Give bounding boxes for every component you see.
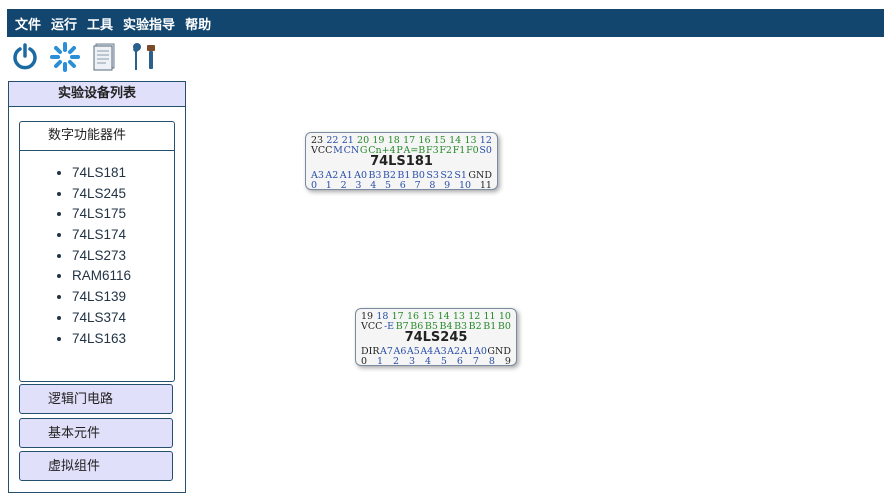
pin-number: 8 bbox=[429, 180, 436, 191]
group-virtual-components[interactable]: 虚拟组件 bbox=[19, 451, 173, 481]
pin-number: 9 bbox=[444, 180, 451, 191]
pin-number: 7 bbox=[414, 180, 421, 191]
menu-help[interactable]: 帮助 bbox=[185, 14, 211, 33]
pin-number: 6 bbox=[399, 180, 406, 191]
pin-number: 5 bbox=[440, 356, 447, 367]
spinner-icon[interactable] bbox=[50, 42, 80, 72]
chip-74ls181[interactable]: 23 22 21 20 19 18 17 16 15 14 13 12 VCC … bbox=[305, 132, 498, 191]
pin-number: 5 bbox=[384, 180, 392, 191]
group-header-digital-devices[interactable]: 数字功能器件 bbox=[20, 122, 174, 151]
chip-name: 74LS181 bbox=[370, 154, 433, 169]
group-logic-gates[interactable]: 逻辑门电路 bbox=[19, 384, 173, 414]
tools-icon[interactable] bbox=[130, 42, 160, 72]
pin-number: 2 bbox=[340, 180, 347, 191]
list-item-74ls181[interactable]: 74LS181 bbox=[72, 163, 174, 184]
list-item-74ls374[interactable]: 74LS374 bbox=[72, 308, 174, 329]
device-list: 74LS181 74LS245 74LS175 74LS174 74LS273 … bbox=[20, 163, 174, 349]
pin-number: 7 bbox=[472, 356, 479, 367]
menu-run[interactable]: 运行 bbox=[51, 14, 77, 33]
pin-number: 10 bbox=[458, 180, 472, 191]
group-basic-components[interactable]: 基本元件 bbox=[19, 418, 173, 448]
document-icon[interactable] bbox=[90, 42, 120, 72]
pin-number: 9 bbox=[504, 356, 511, 367]
equipment-list-panel: 实验设备列表 数字功能器件 74LS181 74LS245 74LS175 74… bbox=[8, 81, 186, 493]
pin-numbers-bottom: 0 1 2 3 4 5 6 7 8 9 10 11 bbox=[306, 181, 497, 191]
toolbar bbox=[10, 41, 160, 73]
pin-number: 1 bbox=[376, 356, 384, 367]
pin-number: 4 bbox=[424, 356, 431, 367]
pin-numbers-bottom: 0 1 2 3 4 5 6 7 8 9 bbox=[356, 357, 516, 367]
chip-74ls245[interactable]: 19 18 17 16 15 14 13 12 11 10 VCC -E B7 … bbox=[355, 308, 517, 367]
pin-number: 3 bbox=[355, 180, 362, 191]
chip-name: 74LS245 bbox=[404, 330, 468, 345]
pin-number: 1 bbox=[325, 180, 332, 191]
list-item-ram6116[interactable]: RAM6116 bbox=[72, 266, 174, 287]
menu-bar: 文件 运行 工具 实验指导 帮助 bbox=[7, 9, 884, 37]
list-item-74ls175[interactable]: 74LS175 bbox=[72, 204, 174, 225]
pin-number: 8 bbox=[488, 356, 495, 367]
pin-number: 0 bbox=[311, 180, 318, 191]
pin-number: 11 bbox=[479, 180, 492, 191]
list-item-74ls163[interactable]: 74LS163 bbox=[72, 329, 174, 350]
menu-tools[interactable]: 工具 bbox=[87, 14, 113, 33]
pin-number: 3 bbox=[408, 356, 415, 367]
list-item-74ls245[interactable]: 74LS245 bbox=[72, 184, 174, 205]
list-item-74ls139[interactable]: 74LS139 bbox=[72, 287, 174, 308]
pin-number: 2 bbox=[392, 356, 400, 367]
pin-number: 6 bbox=[456, 356, 463, 367]
list-item-74ls273[interactable]: 74LS273 bbox=[72, 246, 174, 267]
panel-title: 实验设备列表 bbox=[9, 82, 185, 107]
group-digital-devices: 数字功能器件 74LS181 74LS245 74LS175 74LS174 7… bbox=[19, 121, 175, 382]
pin-number: 0 bbox=[361, 356, 368, 367]
list-item-74ls174[interactable]: 74LS174 bbox=[72, 225, 174, 246]
power-icon[interactable] bbox=[10, 42, 40, 72]
menu-file[interactable]: 文件 bbox=[15, 14, 41, 33]
menu-experiment-guide[interactable]: 实验指导 bbox=[123, 14, 175, 33]
pin-number: 4 bbox=[370, 180, 377, 191]
